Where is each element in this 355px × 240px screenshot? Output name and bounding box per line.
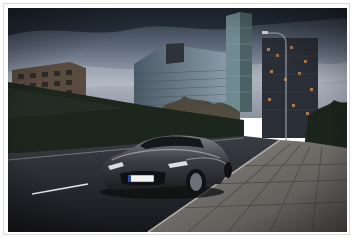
car-photo [8,8,347,232]
image-frame [0,0,355,240]
